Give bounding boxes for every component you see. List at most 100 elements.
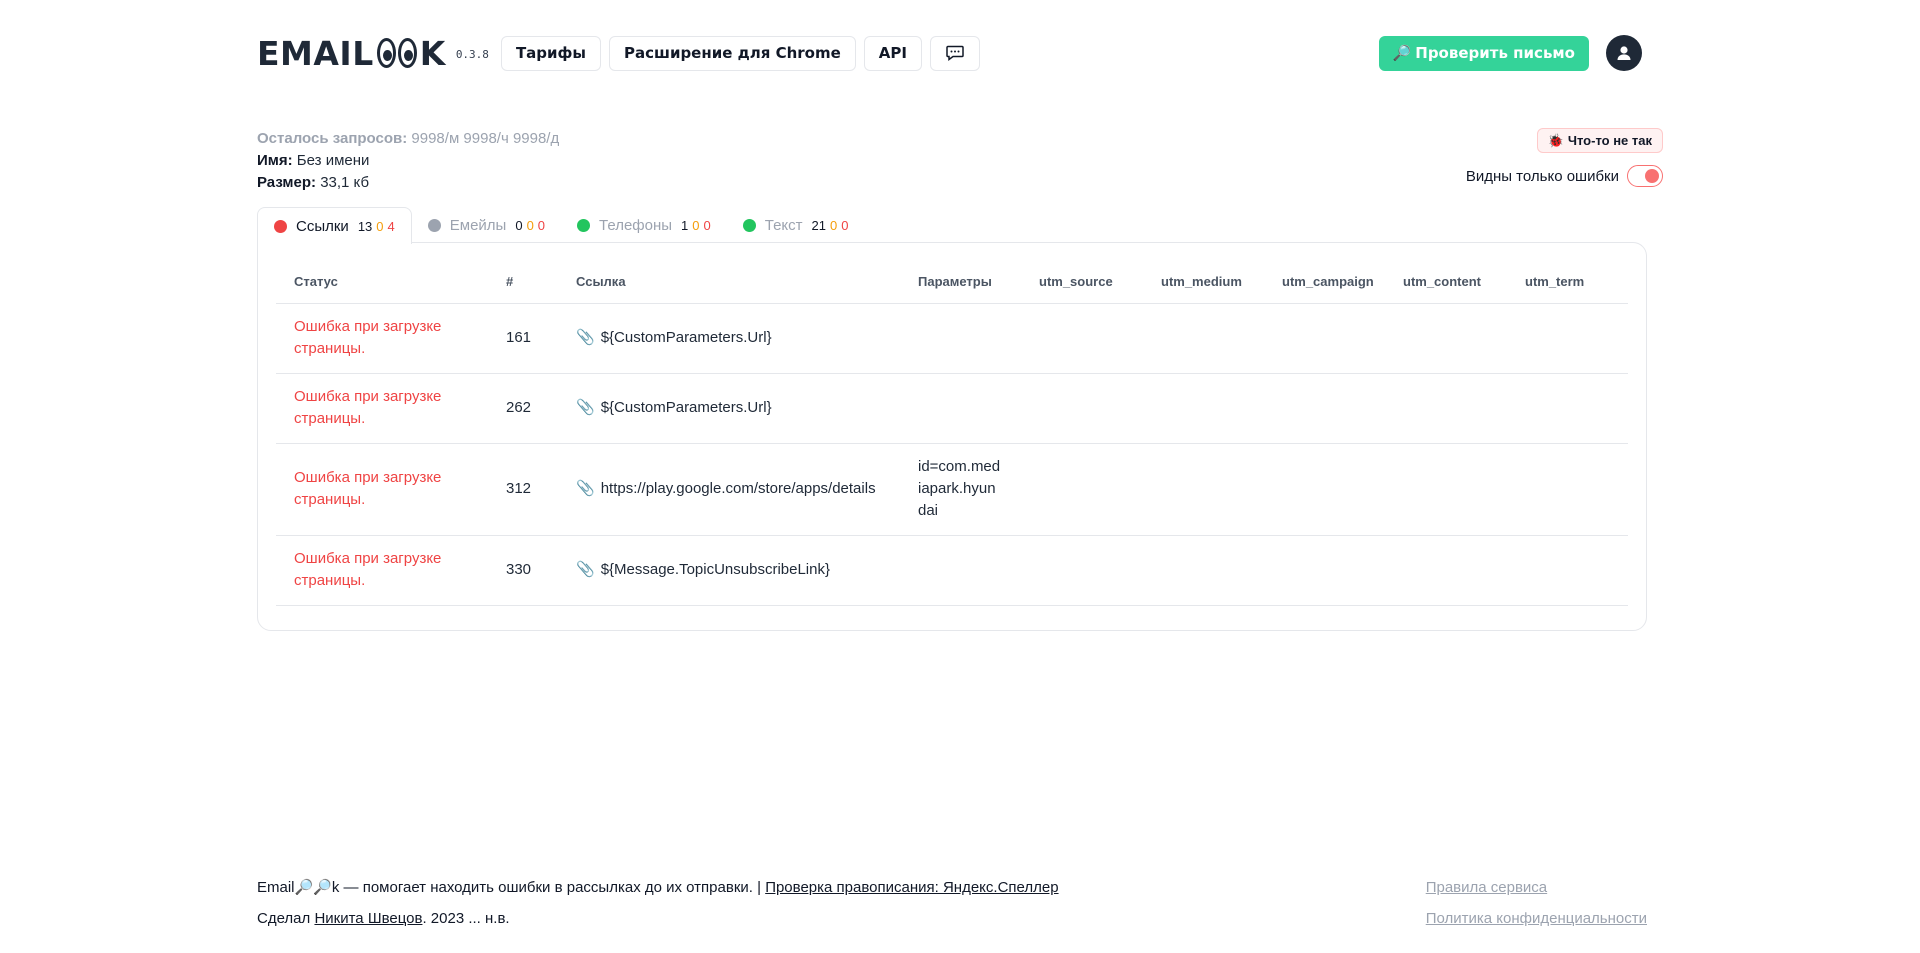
user-icon [1617,46,1631,60]
column-header: Статус [276,261,488,304]
table-row: Ошибка при загрузке страницы. 312 📎 https:/… [276,443,1628,536]
row-status: Ошибка при загрузке страницы. [276,303,488,374]
email-name: Имя: Без имени [257,150,1647,172]
paperclip-icon: 📎 [576,561,595,578]
row-number: 330 [488,535,558,606]
row-number: 312 [488,443,558,536]
tab-label: Емейлы [449,216,507,234]
tab-label: Текст [764,216,803,234]
tab-2[interactable]: Телефоны 1 0 0 [561,207,727,243]
row-utm-content [1385,303,1507,374]
tab-label: Телефоны [599,216,673,234]
tab-label: Ссылки [296,217,349,235]
column-header: # [488,261,558,304]
count-ok: 0 [515,217,523,233]
feedback-button[interactable] [929,35,980,71]
tab-0[interactable]: Ссылки 13 0 4 [257,207,412,244]
paperclip-icon: 📎 [576,329,595,346]
tab-counts: 000 [515,218,545,233]
count-error: 0 [703,217,711,233]
magnifier-icon: 🔎 [1392,44,1412,62]
row-utm-content [1385,373,1507,444]
column-header: utm_term [1507,261,1628,304]
footer-brand-text: Email [257,879,295,896]
row-utm-source [1021,443,1143,536]
nav-chrome-extension-button[interactable]: Расширение для Chrome [609,35,856,71]
terms-link[interactable]: Правила сервиса [1426,872,1647,903]
column-header: utm_campaign [1264,261,1385,304]
row-link[interactable]: 📎 ${Message.TopicUnsubscribeLink} [558,535,900,606]
status-dot [274,219,287,233]
check-info: Осталось запросов: 9998/м 9998/ч 9998/д … [257,128,1647,194]
privacy-link[interactable]: Политика конфиденциальности [1426,903,1647,934]
row-utm-source [1021,373,1143,444]
row-utm-content [1385,535,1507,606]
row-link-text: ${CustomParameters.Url} [600,399,772,416]
count-warning: 0 [526,217,534,233]
column-header: utm_source [1021,261,1143,304]
tab-3[interactable]: Текст 21 0 0 [727,207,865,243]
row-utm-term [1507,303,1628,374]
column-header: utm_medium [1143,261,1264,304]
tab-1[interactable]: Емейлы 0 0 0 [412,207,561,243]
count-error: 0 [537,217,546,233]
errors-only-toggle-row: Видны только ошибки [1466,165,1663,187]
row-params [900,373,1021,444]
row-params: id=com.mediapark.hyundai [900,443,1021,536]
bug-icon: 🐞 [1547,132,1564,148]
column-header: Параметры [900,261,1021,304]
right-controls: 🐞 Что-то не так Видны только ошибки [1466,128,1663,187]
check-email-button[interactable]: 🔎 Проверить письмо [1378,35,1589,71]
row-link[interactable]: 📎 ${CustomParameters.Url} [558,373,900,444]
header: EMAIL K 0.3.8 Тарифы Расширение для Chro… [257,34,1647,73]
row-utm-medium [1143,443,1264,536]
count-error: 4 [387,218,395,234]
row-number: 161 [488,303,558,374]
row-utm-campaign [1264,303,1385,374]
column-header: utm_content [1385,261,1507,304]
row-link[interactable]: 📎 https://play.google.com/store/apps/deta… [558,443,900,536]
count-warning: 0 [829,217,838,233]
count-ok: 13 [357,218,373,234]
report-bug-label: Что-то не так [1567,133,1652,148]
links-table: Статус # Ссылка Параметры utm_source utm_medi… [276,261,1628,606]
nav-pricing-button[interactable]: Тарифы [500,35,601,71]
paperclip-icon: 📎 [576,399,595,416]
email-size: Размер: 33,1 кб [257,172,1647,194]
name-value: Без имени [296,152,370,169]
years-text: . 2023 ... н.в. [422,910,510,927]
count-ok: 1 [681,217,689,233]
row-utm-campaign [1264,443,1385,536]
nav-api-button[interactable]: API [863,35,922,71]
size-label: Размер: [257,174,317,191]
speller-link[interactable]: Проверка правописания: Яндекс.Спеллер [765,879,1058,896]
row-status: Ошибка при загрузке страницы. [276,373,488,444]
row-link[interactable]: 📎 ${CustomParameters.Url} [558,303,900,374]
logo-text-right: K [419,33,446,73]
report-bug-button[interactable]: 🐞 Что-то не так [1536,128,1663,153]
table-header-row: Статус # Ссылка Параметры utm_source utm_medi… [276,261,1628,304]
footer-tagline-text: k — помогает находить ошибки в рассылках… [331,879,762,896]
paperclip-icon: 📎 [576,480,595,497]
row-utm-source [1021,535,1143,606]
errors-only-toggle[interactable] [1627,165,1663,187]
chat-icon [946,45,964,61]
size-value: 33,1 кб [320,174,370,191]
result-tabs: Ссылки 13 0 4 Емейлы 0 0 0 Телефоны 1 0 0 Текст 21 0 0 [257,207,1647,244]
row-link-text: ${Message.TopicUnsubscribeLink} [600,561,830,578]
table-row: Ошибка при загрузке страницы. 330 📎 ${Messa… [276,535,1628,606]
row-link-text: https://play.google.com/store/apps/detai… [600,480,876,497]
author-link[interactable]: Никита Швецов [314,910,422,927]
logo[interactable]: EMAIL K [257,34,446,73]
row-utm-term [1507,373,1628,444]
row-utm-campaign [1264,535,1385,606]
requests-remaining: Осталось запросов: 9998/м 9998/ч 9998/д [257,128,1647,150]
row-utm-medium [1143,373,1264,444]
row-params [900,535,1021,606]
name-label: Имя: [257,152,293,169]
status-dot [427,218,441,232]
tab-counts: 21 0 0 [812,218,849,233]
avatar[interactable] [1606,35,1642,71]
count-warning: 0 [692,217,700,233]
check-email-label: Проверить письмо [1415,44,1575,62]
